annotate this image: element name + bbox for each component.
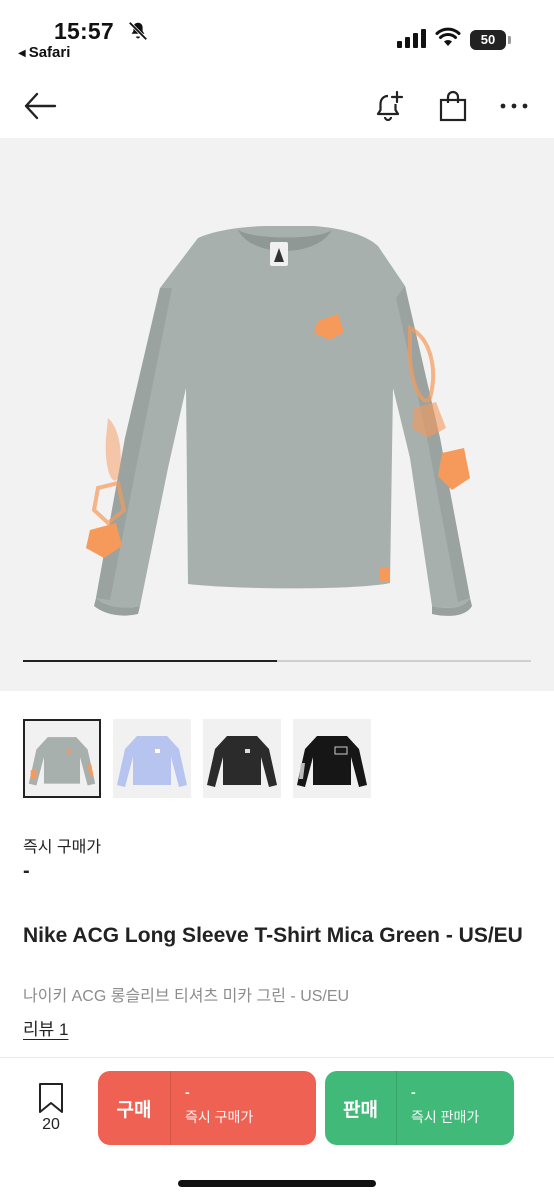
product-subtitle: 나이키 ACG 롱슬리브 티셔츠 미카 그린 - US/EU [23, 988, 350, 1005]
sell-button[interactable]: 판매 - 즉시 판매가 [325, 1071, 514, 1145]
instant-buy-price-value: - [23, 860, 30, 882]
buy-button-label: 구매 [98, 1071, 171, 1145]
carousel-progress-track [23, 660, 531, 662]
buy-button[interactable]: 구매 - 즉시 구매가 [98, 1071, 316, 1145]
bell-plus-icon [376, 90, 404, 122]
product-image [86, 226, 472, 616]
wifi-icon [435, 27, 461, 46]
buy-price-label: 즉시 구매가 [185, 1109, 254, 1125]
status-time: 15:57 [54, 18, 114, 44]
arrow-left-icon [24, 92, 57, 120]
thumbnail-image [28, 737, 96, 786]
home-indicator[interactable] [178, 1180, 376, 1187]
thumbnail-4[interactable] [293, 719, 371, 798]
back-app-label: Safari [28, 44, 71, 61]
sell-price-label: 즉시 판매가 [411, 1109, 480, 1125]
shopping-bag-icon [439, 90, 467, 122]
price-alert-button[interactable] [372, 88, 408, 124]
product-title: Nike ACG Long Sleeve T-Shirt Mica Green … [23, 924, 523, 947]
wishlist-button[interactable]: 20 [30, 1082, 72, 1134]
carousel-progress-fill [23, 660, 277, 662]
thumbnail-image [297, 736, 367, 787]
cellular-signal-icon [397, 29, 426, 48]
buy-price-value: - [185, 1084, 190, 1100]
buy-button-info: - 즉시 구매가 [171, 1071, 253, 1145]
thumbnail-1[interactable] [23, 719, 101, 798]
thumbnail-image [117, 736, 187, 787]
thumbnail-image [207, 736, 277, 787]
battery-indicator: 50 [470, 30, 511, 50]
bottom-action-bar: 20 구매 - 즉시 구매가 판매 - 즉시 판매가 [0, 1057, 554, 1200]
product-image-carousel[interactable] [0, 138, 554, 691]
back-triangle-icon: ◀ [18, 48, 26, 59]
status-bar: 15:57 ◀ Safari 50 [0, 0, 554, 70]
more-options-button[interactable] [496, 88, 532, 124]
sell-button-info: - 즉시 판매가 [397, 1071, 479, 1145]
bell-slash-icon [128, 21, 148, 41]
back-to-safari[interactable]: ◀ Safari [18, 44, 70, 61]
shopping-bag-button[interactable] [435, 88, 471, 124]
sell-button-label: 판매 [325, 1071, 397, 1145]
thumbnail-2[interactable] [113, 719, 191, 798]
thumbnail-3[interactable] [203, 719, 281, 798]
more-horizontal-icon [500, 103, 528, 109]
wishlist-count: 20 [42, 1116, 60, 1133]
sell-price-value: - [411, 1084, 416, 1100]
back-button[interactable] [22, 88, 58, 124]
top-nav [0, 70, 554, 140]
bookmark-icon [39, 1083, 63, 1113]
instant-buy-price-label: 즉시 구매가 [23, 839, 102, 856]
review-link[interactable]: 리뷰 1 [23, 1015, 68, 1040]
